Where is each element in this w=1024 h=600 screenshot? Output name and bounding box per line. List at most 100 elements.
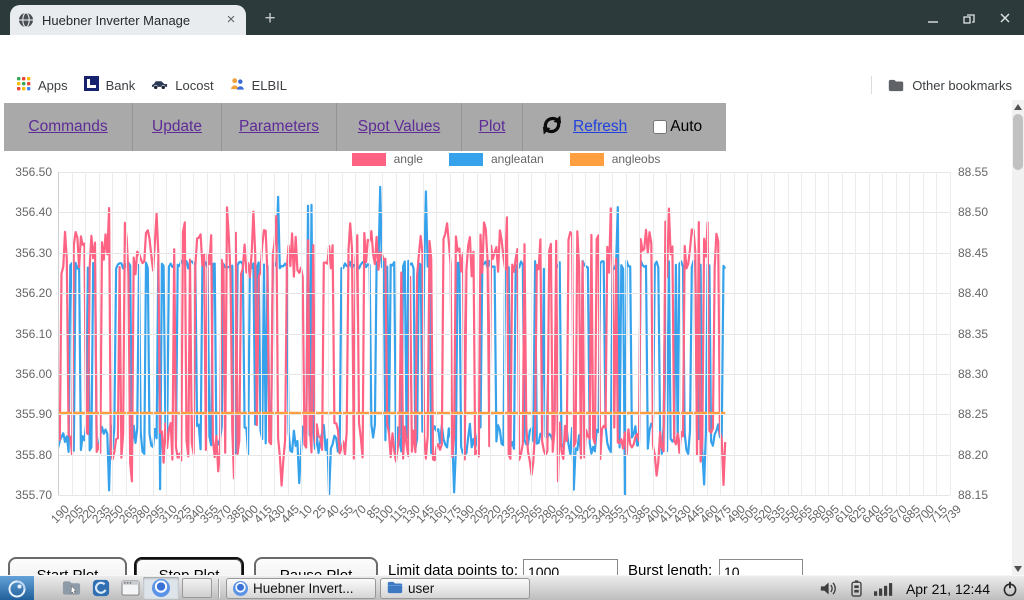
gridline [463, 172, 464, 495]
legend-item-angle[interactable]: angle [352, 152, 423, 166]
gridline [558, 172, 559, 495]
x-axis-tick: 475 [710, 502, 734, 526]
nav-link-commands[interactable]: Commands [28, 118, 107, 136]
minimize-icon[interactable] [922, 7, 944, 29]
x-axis-tick: 220 [75, 502, 99, 526]
gridline [653, 172, 654, 495]
gridline [396, 172, 397, 495]
nav-link-spot-values[interactable]: Spot Values [358, 118, 440, 136]
chromium-icon [152, 579, 170, 597]
bookmark-items: Apps Bank Locost ELBIL [0, 76, 287, 94]
lubuntu-logo-icon [7, 579, 27, 599]
bookmark-item[interactable]: Bank [84, 76, 136, 94]
bookmark-label: Apps [38, 78, 68, 93]
gridline [72, 172, 73, 495]
gridline [261, 172, 262, 495]
taskbar-clock[interactable]: Apr 21, 12:44 [906, 581, 990, 597]
scroll-up-icon[interactable] [1012, 100, 1024, 113]
refresh-cell: RefreshAuto [523, 103, 726, 151]
refresh-arrows-icon[interactable] [539, 112, 565, 143]
gridline [139, 172, 140, 495]
x-axis-tick: 160 [427, 502, 451, 526]
bookmark-item[interactable]: Locost [151, 78, 213, 93]
gridline [680, 172, 681, 495]
browser-tab[interactable]: Huebner Inverter Manage × [10, 5, 246, 35]
gridline [585, 172, 586, 495]
legend-item-angleobs[interactable]: angleobs [570, 152, 661, 166]
x-axis-tick: 355 [602, 502, 626, 526]
x-axis-tick: 490 [724, 502, 748, 526]
scroll-down-icon[interactable] [1012, 562, 1024, 575]
web-page: Commands Update Parameters Spot Values Plot R… [0, 100, 1012, 575]
page-nav-bar: Commands Update Parameters Spot Values Plot R… [4, 103, 726, 151]
x-axis-tick: 250 [102, 502, 126, 526]
browser-toolbar: ← → Not secure 192.168.4.1/#spot ☆ [0, 35, 1024, 70]
bookmark-item[interactable]: ELBIL [230, 77, 287, 94]
start-menu-button[interactable] [0, 576, 34, 600]
x-axis-tick: 535 [764, 502, 788, 526]
gridline [490, 172, 491, 495]
x-axis-tick: 715 [927, 502, 951, 526]
gridline [58, 172, 950, 173]
file-manager-icon[interactable] [58, 577, 84, 599]
x-axis-tick: 250 [508, 502, 532, 526]
legend-item-angleatan[interactable]: angleatan [449, 152, 544, 166]
gridline [58, 374, 950, 375]
bookmark-item[interactable]: Apps [16, 76, 68, 94]
x-axis-tick: 280 [535, 502, 559, 526]
tab-close-icon[interactable]: × [222, 11, 240, 29]
right-axis-tick: 88.35 [958, 327, 988, 341]
gridline [58, 253, 950, 254]
x-axis-tick: 340 [589, 502, 613, 526]
close-icon[interactable] [994, 7, 1016, 29]
gridline [545, 172, 546, 495]
gridline [423, 172, 424, 495]
nav-link-parameters[interactable]: Parameters [239, 118, 319, 136]
refresh-link[interactable]: Refresh [573, 118, 627, 136]
network-signal-icon[interactable] [874, 582, 894, 596]
gridline [612, 172, 613, 495]
auto-checkbox[interactable] [653, 120, 667, 134]
x-axis-tick: 505 [737, 502, 761, 526]
workspace-pager[interactable] [182, 578, 212, 598]
x-axis-tick: 145 [413, 502, 437, 526]
gridline [85, 172, 86, 495]
gridline [274, 172, 275, 495]
other-bookmarks[interactable]: Other bookmarks [871, 70, 1012, 100]
gridline [58, 455, 950, 456]
chart-legend: angle angleatan angleobs [0, 150, 1012, 168]
power-icon[interactable] [1002, 581, 1018, 597]
gridline [247, 172, 248, 495]
new-tab-button[interactable]: + [258, 8, 282, 32]
x-axis-tick: 235 [494, 502, 518, 526]
bank-bookmark-icon [84, 76, 99, 94]
chromium-launcher[interactable] [143, 577, 179, 599]
x-axis-tick: 115 [387, 502, 410, 525]
gridline [355, 172, 356, 495]
right-axis-tick: 88.55 [958, 165, 988, 179]
bookmark-label: Bank [106, 78, 136, 93]
legend-label: angleatan [491, 152, 544, 166]
tab-title-fade [188, 5, 216, 35]
restore-icon[interactable] [958, 7, 980, 29]
battery-icon[interactable] [851, 580, 862, 597]
gridline [58, 172, 59, 495]
page-scrollbar[interactable] [1012, 100, 1024, 575]
nav-link-plot[interactable]: Plot [479, 118, 506, 136]
system-tray: Apr 21, 12:44 [820, 576, 1018, 600]
terminal-icon[interactable] [117, 577, 143, 599]
gridline [436, 172, 437, 495]
x-axis-tick: 670 [886, 502, 910, 526]
nav-link-update[interactable]: Update [152, 118, 202, 136]
task-window-huebner[interactable]: Huebner Invert... [226, 578, 376, 599]
gridline [450, 172, 451, 495]
gridline [180, 172, 181, 495]
task-window-user[interactable]: user [380, 578, 530, 599]
volume-icon[interactable] [820, 581, 839, 596]
bookmarks-divider [871, 76, 872, 94]
browser-titlebar: Huebner Inverter Manage × + [0, 0, 1024, 35]
scrollbar-thumb[interactable] [1013, 114, 1023, 170]
taskbar: Apr 21, 12:44 Huebner Invert...user [0, 575, 1024, 600]
right-axis-tick: 88.40 [958, 286, 988, 300]
desktop-switch-icon[interactable] [88, 577, 114, 599]
